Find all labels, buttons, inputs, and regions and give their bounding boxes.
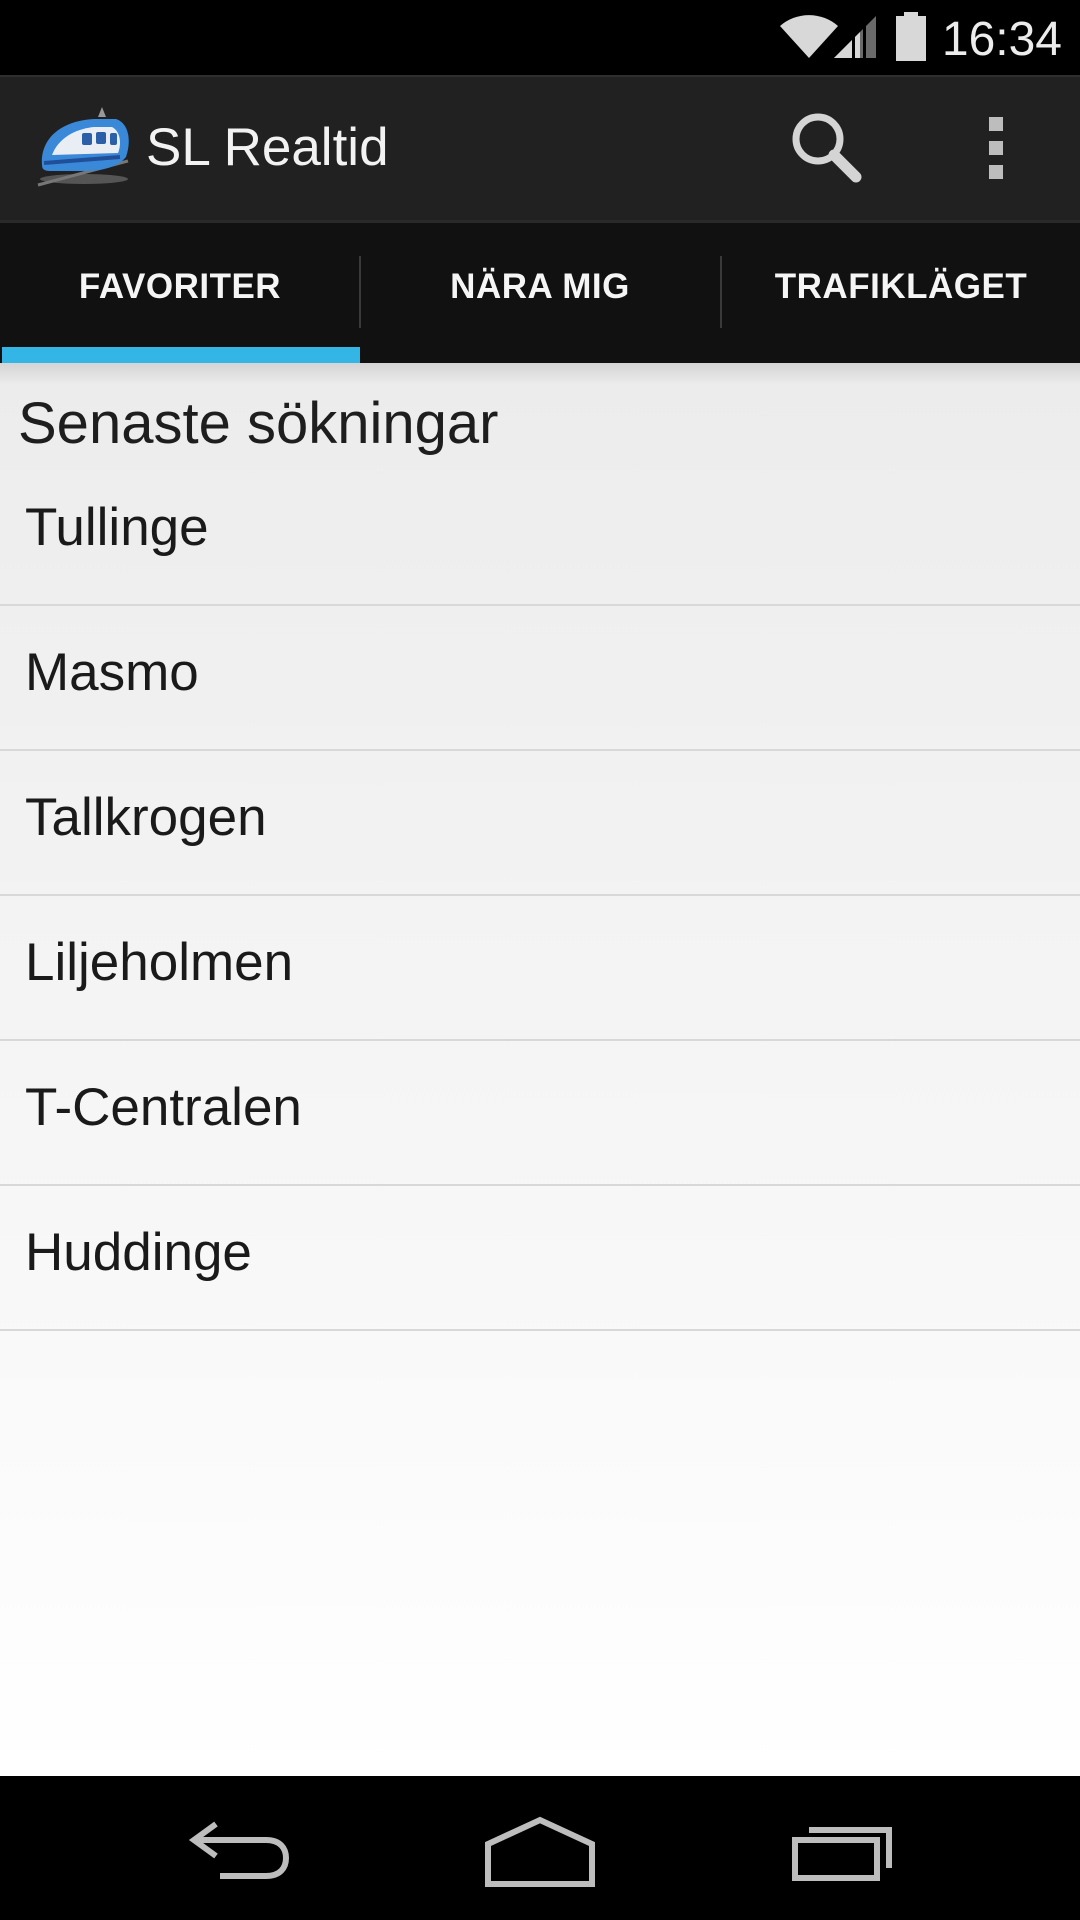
list-item[interactable]: Liljeholmen bbox=[0, 896, 1080, 1041]
section-heading: Senaste sökningar bbox=[18, 391, 499, 456]
list-item-label: Huddinge bbox=[25, 1223, 252, 1282]
list-item-label: Liljeholmen bbox=[25, 933, 294, 992]
overflow-menu-icon[interactable] bbox=[960, 105, 1032, 191]
wifi-icon bbox=[780, 15, 838, 58]
tab-nara-mig[interactable]: NÄRA MIG bbox=[360, 223, 720, 363]
content-shadow bbox=[0, 363, 1080, 385]
train-icon bbox=[37, 107, 129, 187]
home-icon[interactable] bbox=[470, 1806, 610, 1890]
list-item[interactable]: Masmo bbox=[0, 606, 1080, 751]
app-title: SL Realtid bbox=[146, 118, 389, 177]
navigation-bar bbox=[0, 1776, 1080, 1920]
recent-apps-icon[interactable] bbox=[775, 1806, 915, 1890]
recent-searches-list: Tullinge Masmo Tallkrogen Liljeholmen T-… bbox=[0, 461, 1080, 1331]
list-item-label: Tallkrogen bbox=[25, 788, 267, 847]
list-item[interactable]: Tallkrogen bbox=[0, 751, 1080, 896]
list-item[interactable]: T-Centralen bbox=[0, 1041, 1080, 1186]
tab-label: FAVORITER bbox=[78, 267, 282, 306]
list-item[interactable]: Tullinge bbox=[0, 461, 1080, 606]
tab-trafiklaget[interactable]: TRAFIKLÄGET bbox=[721, 223, 1080, 363]
battery-icon bbox=[896, 12, 926, 61]
list-item-label: Masmo bbox=[25, 643, 199, 702]
status-time: 16:34 bbox=[941, 13, 1062, 66]
back-icon[interactable] bbox=[170, 1806, 310, 1890]
action-bar: SL Realtid bbox=[0, 75, 1080, 220]
list-item[interactable]: Huddinge bbox=[0, 1186, 1080, 1331]
list-item-label: Tullinge bbox=[25, 498, 209, 557]
list-item-label: T-Centralen bbox=[25, 1078, 302, 1137]
tab-favoriter[interactable]: FAVORITER bbox=[0, 223, 360, 363]
tab-label: TRAFIKLÄGET bbox=[774, 267, 1028, 306]
tab-selected-indicator bbox=[2, 347, 360, 363]
status-bar: 16:34 bbox=[0, 0, 1080, 75]
tab-bar: FAVORITER NÄRA MIG TRAFIKLÄGET bbox=[0, 220, 1080, 363]
content-area: Senaste sökningar Tullinge Masmo Tallkro… bbox=[0, 363, 1080, 1776]
signal-icon bbox=[834, 16, 876, 60]
search-icon[interactable] bbox=[784, 105, 870, 191]
tab-label: NÄRA MIG bbox=[450, 267, 630, 306]
